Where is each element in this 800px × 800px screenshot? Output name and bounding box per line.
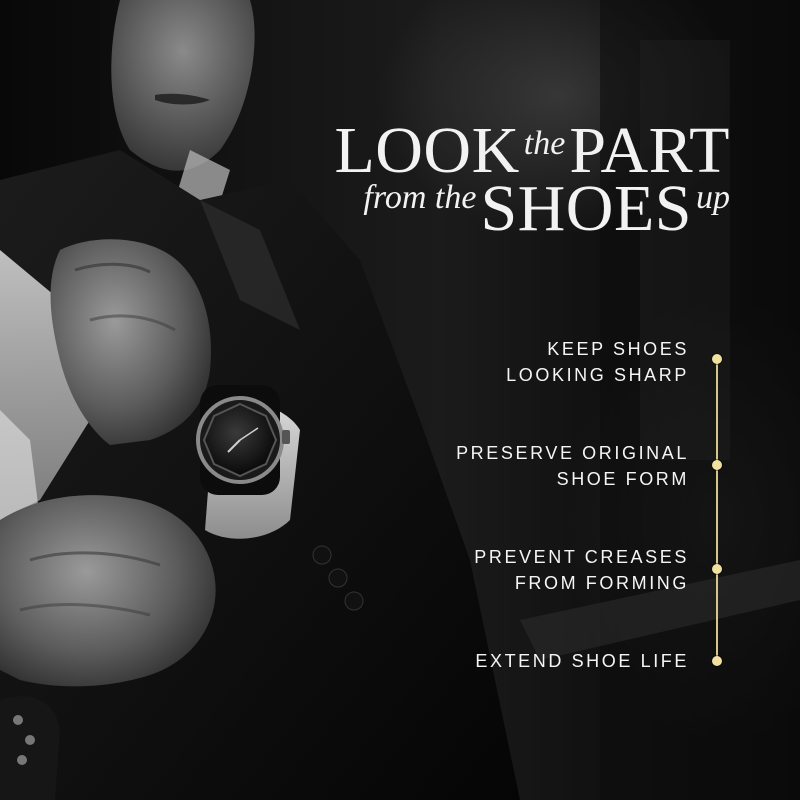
headline-line-2: from the SHOES up	[363, 176, 730, 242]
headline-shoes: SHOES	[480, 172, 692, 245]
benefit-text: KEEP SHOES	[547, 339, 689, 359]
benefit-text: PRESERVE ORIGINAL	[456, 443, 689, 463]
timeline-dot-icon	[712, 656, 722, 666]
timeline-dot-icon	[712, 460, 722, 470]
benefit-item: PREVENT CREASES FROM FORMING	[474, 544, 689, 596]
watch-shape	[196, 385, 290, 495]
timeline-line	[716, 358, 718, 660]
timeline-dot-icon	[712, 354, 722, 364]
face-shape	[111, 0, 255, 171]
benefit-item: KEEP SHOES LOOKING SHARP	[506, 336, 689, 388]
benefit-item: PRESERVE ORIGINAL SHOE FORM	[456, 440, 689, 492]
timeline-dot-icon	[712, 564, 722, 574]
benefit-text: FROM FORMING	[514, 573, 689, 593]
promo-banner: LOOK the PART from the SHOES up KEEP SHO…	[0, 0, 800, 800]
benefit-text: PREVENT CREASES	[474, 547, 689, 567]
benefit-text: LOOKING SHARP	[506, 365, 689, 385]
benefit-list: KEEP SHOES LOOKING SHARP PRESERVE ORIGIN…	[380, 330, 725, 680]
benefit-item: EXTEND SHOE LIFE	[475, 648, 689, 674]
headline-up: up	[696, 179, 730, 216]
benefit-text: SHOE FORM	[556, 469, 689, 489]
headline-from-the: from the	[363, 179, 477, 216]
headline-the: the	[523, 125, 566, 162]
benefit-text: EXTEND SHOE LIFE	[475, 651, 689, 671]
